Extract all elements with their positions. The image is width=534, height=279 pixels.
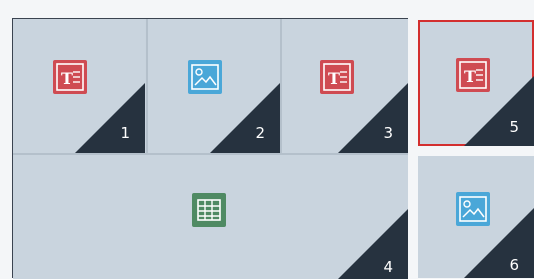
tile-number: 4 bbox=[383, 258, 393, 276]
layout-panel-right: T 5 6 bbox=[418, 18, 534, 278]
layout-tile-5[interactable]: T 5 bbox=[418, 20, 534, 146]
tile-corner bbox=[75, 83, 145, 153]
tile-corner bbox=[338, 209, 408, 279]
tile-corner bbox=[338, 83, 408, 153]
layout-tile-1[interactable]: T 1 bbox=[13, 19, 145, 153]
tile-number: 2 bbox=[255, 124, 265, 142]
svg-text:T: T bbox=[61, 69, 73, 88]
tile-number: 3 bbox=[383, 124, 393, 142]
layout-tile-6[interactable]: 6 bbox=[418, 156, 534, 278]
tile-number: 5 bbox=[509, 118, 519, 136]
layout-tile-2[interactable]: 2 bbox=[148, 19, 280, 153]
layout-tile-4[interactable]: 4 bbox=[13, 155, 408, 279]
tile-corner bbox=[464, 208, 534, 278]
tile-corner bbox=[464, 76, 534, 146]
layout-panel-left: T 1 2 T 3 4 bbox=[12, 18, 408, 279]
tile-number: 1 bbox=[120, 124, 130, 142]
tile-corner bbox=[210, 83, 280, 153]
table-icon bbox=[192, 193, 226, 227]
layout-tile-3[interactable]: T 3 bbox=[282, 19, 408, 153]
tile-number: 6 bbox=[509, 256, 519, 274]
